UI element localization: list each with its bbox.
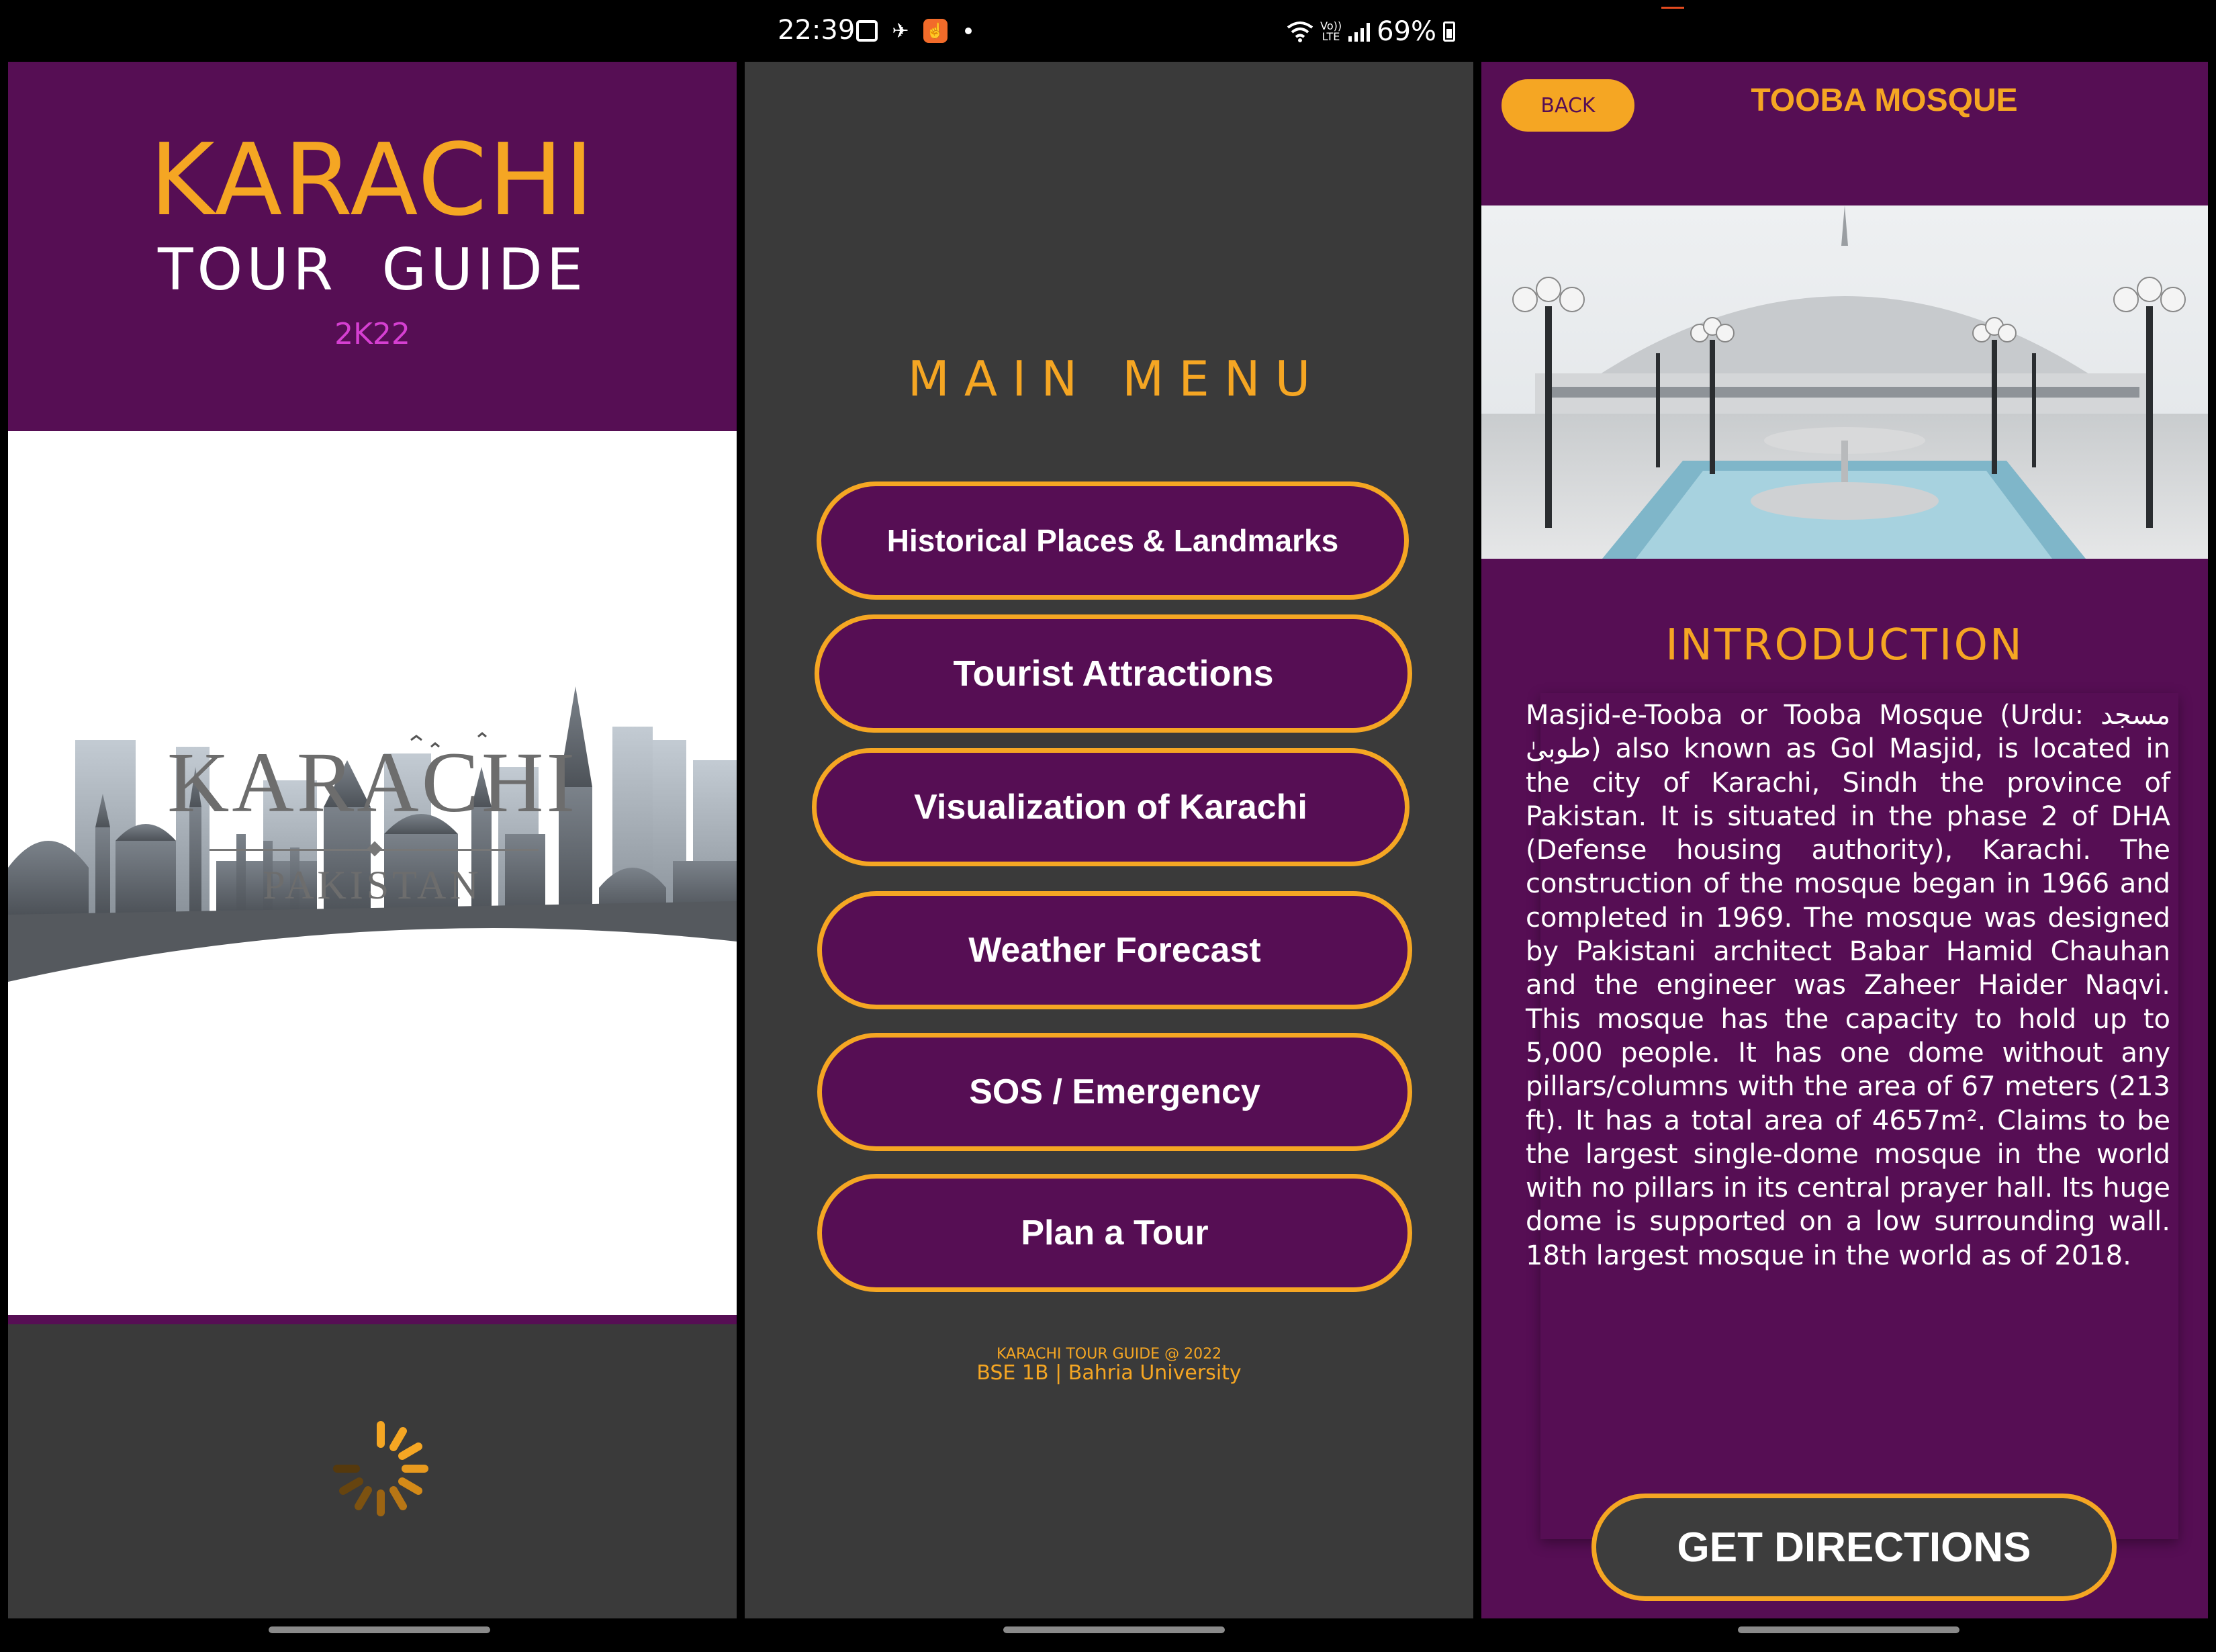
signal-icon <box>1348 21 1371 42</box>
dot-icon <box>965 28 972 34</box>
status-notification-icons: ✈ ☝ <box>856 19 972 43</box>
battery-percent: 69% <box>1377 16 1436 47</box>
footer-university: BSE 1B | Bahria University <box>976 1361 1242 1385</box>
main-menu-screen: MAIN MENU Historical Places & Landmarks … <box>745 62 1473 1618</box>
splash-title: KARACHI <box>149 122 596 238</box>
status-bar: 22:39 ✈ ☝ Vo)) LTE 69% <box>0 0 2216 62</box>
back-button[interactable]: BACK <box>1502 79 1634 132</box>
home-indicator[interactable] <box>1738 1626 1959 1633</box>
status-indicator-mark <box>1661 7 1684 9</box>
splash-screen: KARACHI TOUR GUIDE 2K22 KARACHI PAKISTAN <box>8 62 737 1618</box>
mosque-photo <box>1481 205 2208 559</box>
loading-spinner-icon <box>333 1421 428 1516</box>
status-time: 22:39 <box>778 15 856 46</box>
wifi-icon <box>1287 21 1313 42</box>
airplane-icon: ✈ <box>892 19 909 42</box>
pakistan-logo-subtitle: PAKISTAN <box>263 863 482 907</box>
tourist-attractions-button[interactable]: Tourist Attractions <box>815 614 1412 733</box>
home-indicator[interactable] <box>1003 1626 1225 1633</box>
status-system-icons: Vo)) LTE 69% <box>1287 16 1455 47</box>
get-directions-button[interactable]: GET DIRECTIONS <box>1591 1494 2117 1601</box>
splash-year: 2K22 <box>334 317 410 351</box>
visualization-button[interactable]: Visualization of Karachi <box>812 748 1410 866</box>
intro-paragraph: Masjid-e-Tooba or Tooba Mosque (Urdu: مس… <box>1526 700 2170 1271</box>
splash-subtitle: TOUR GUIDE <box>157 236 588 304</box>
main-menu-title: MAIN MENU <box>907 351 1326 407</box>
app-notification-icon: ☝ <box>923 19 948 43</box>
splash-header: KARACHI TOUR GUIDE 2K22 <box>8 62 737 431</box>
weather-forecast-button[interactable]: Weather Forecast <box>817 891 1412 1009</box>
historical-places-button[interactable]: Historical Places & Landmarks <box>817 481 1409 600</box>
plan-tour-button[interactable]: Plan a Tour <box>817 1174 1412 1292</box>
landmark-detail-screen: BACK TOOBA MOSQUE INTRODUCTION Masjid-e-… <box>1481 62 2208 1618</box>
volte-icon: Vo)) LTE <box>1320 21 1342 42</box>
page-title: TOOBA MOSQUE <box>1751 83 2018 118</box>
sos-emergency-button[interactable]: SOS / Emergency <box>817 1033 1412 1151</box>
volte-bottom: LTE <box>1322 30 1340 43</box>
home-indicator[interactable] <box>269 1626 490 1633</box>
battery-icon <box>1443 21 1455 42</box>
footer-copyright: KARACHI TOUR GUIDE @ 2022 <box>996 1346 1222 1363</box>
gallery-icon <box>856 20 878 42</box>
karachi-logo-title: KARACHI <box>167 735 578 830</box>
intro-heading: INTRODUCTION <box>1665 621 2024 670</box>
